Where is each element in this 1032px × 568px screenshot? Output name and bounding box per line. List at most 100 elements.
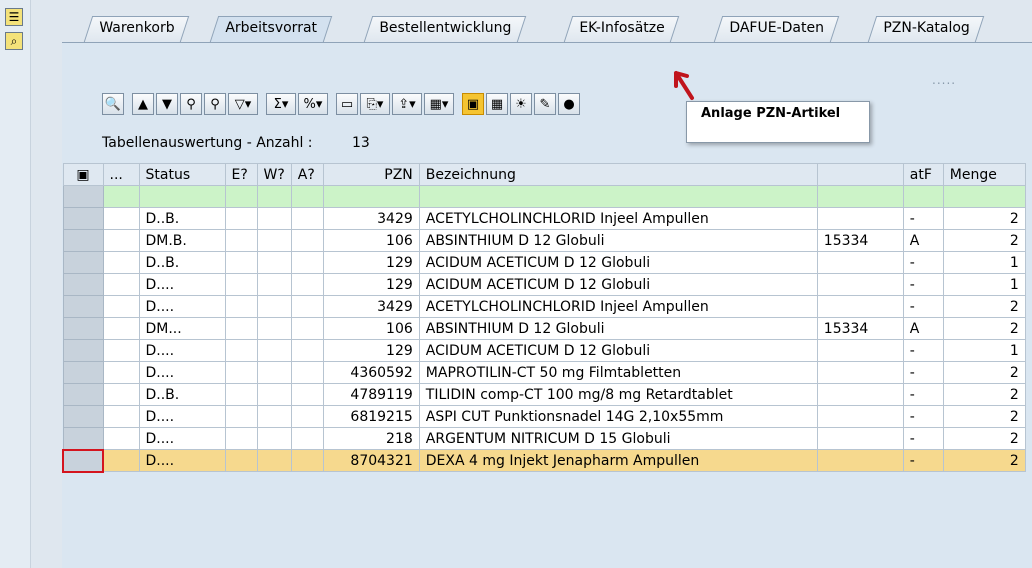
navigation-toggle-icon[interactable]: ☰ [5,8,23,26]
layout-icon[interactable]: ▦▾ [424,93,454,115]
cell-atf[interactable]: - [902,383,944,406]
cell-dots[interactable] [102,449,140,472]
cell-menge[interactable]: 2 [942,361,1026,384]
tab-warenkorb[interactable]: Warenkorb [83,16,190,42]
tab-pzn-katalog[interactable]: PZN-Katalog [867,16,985,42]
cell-dots[interactable] [102,251,140,274]
cell-atf[interactable]: - [902,273,944,296]
cell-menge[interactable]: 2 [942,207,1026,230]
cell-status[interactable]: D.... [138,361,226,384]
cell-atf[interactable]: - [902,361,944,384]
sort-ascending-icon[interactable]: ▲ [132,93,154,115]
cell-col8[interactable]: 15334 [816,229,904,252]
cell-e[interactable] [224,251,258,274]
cell-e[interactable] [224,449,258,472]
cell-pzn[interactable]: 8704321 [322,449,420,472]
row-selector[interactable] [62,361,104,384]
tab-arbeitsvorrat[interactable]: Arbeitsvorrat [209,16,332,42]
cell-pzn[interactable]: 129 [322,251,420,274]
cell-col8[interactable] [816,449,904,472]
toolbar-overflow[interactable]: ..... [932,73,956,87]
cell-status[interactable]: D.... [138,427,226,450]
col-pzn[interactable]: PZN [322,163,420,186]
details-icon[interactable]: 🔍 [102,93,124,115]
cell-w[interactable] [256,339,292,362]
cell-status[interactable]: D.... [138,449,226,472]
table-row[interactable]: D.... 8704321 DEXA 4 mg Injekt Jenapharm A… [62,448,1026,473]
cell-e[interactable] [224,207,258,230]
cell-atf[interactable]: - [902,295,944,318]
print-preview-icon[interactable]: ▭ [336,93,358,115]
zoom-icon[interactable]: ⌕ [5,32,23,50]
cell-atf[interactable]: A [902,229,944,252]
cell-w[interactable] [256,427,292,450]
row-selector[interactable] [62,207,104,230]
cell-col8[interactable] [816,427,904,450]
cell-dots[interactable] [102,383,140,406]
cell-a[interactable] [290,207,324,230]
cell-atf[interactable]: - [902,251,944,274]
cell-bezeichnung[interactable]: ARGENTUM NITRICUM D 15 Globuli [418,427,818,450]
cell-col8[interactable] [816,361,904,384]
col-w[interactable]: W? [256,163,292,186]
cell-pzn[interactable]: 218 [322,427,420,450]
cell-e[interactable] [224,427,258,450]
cell-pzn[interactable]: 4789119 [322,383,420,406]
cell-dots[interactable] [102,295,140,318]
row-selector[interactable] [62,448,104,473]
cell-col8[interactable]: 15334 [816,317,904,340]
cell-menge[interactable]: 2 [942,405,1026,428]
cell-a[interactable] [290,229,324,252]
table-row[interactable]: D.... 218 ARGENTUM NITRICUM D 15 Globuli -2 [62,427,1026,450]
cell-menge[interactable]: 2 [942,317,1026,340]
cell-a[interactable] [290,383,324,406]
cell-e[interactable] [224,383,258,406]
cell-atf[interactable]: - [902,449,944,472]
row-selector[interactable] [62,383,104,406]
cell-w[interactable] [256,251,292,274]
cell-status[interactable]: DM.B. [138,229,226,252]
row-selector[interactable] [62,339,104,362]
filter-row[interactable] [62,185,1026,208]
cell-atf[interactable]: - [902,405,944,428]
table-row[interactable]: D..B. 129 ACIDUM ACETICUM D 12 Globuli -1 [62,251,1026,274]
cell-w[interactable] [256,449,292,472]
cell-col8[interactable] [816,251,904,274]
total-icon[interactable]: Σ▾ [266,93,296,115]
export-icon[interactable]: ⇪▾ [392,93,422,115]
filter-icon[interactable]: ▽▾ [228,93,258,115]
row-selector[interactable] [62,317,104,340]
cell-a[interactable] [290,317,324,340]
cell-bezeichnung[interactable]: ACETYLCHOLINCHLORID Injeel Ampullen [418,207,818,230]
cell-pzn[interactable]: 3429 [322,207,420,230]
cell-atf[interactable]: A [902,317,944,340]
cell-dots[interactable] [102,317,140,340]
col-dots[interactable]: ... [102,163,140,186]
find-next-icon[interactable]: ⚲ [204,93,226,115]
subtotal-icon[interactable]: %▾ [298,93,328,115]
cell-e[interactable] [224,273,258,296]
cell-atf[interactable]: - [902,339,944,362]
cell-w[interactable] [256,295,292,318]
tab-bestellentwicklung[interactable]: Bestellentwicklung [363,16,527,42]
edit-icon[interactable]: ✎ [534,93,556,115]
cell-pzn[interactable]: 4360592 [322,361,420,384]
cell-menge[interactable]: 1 [942,339,1026,362]
cell-bezeichnung[interactable]: ACIDUM ACETICUM D 12 Globuli [418,273,818,296]
col-bezeichnung[interactable]: Bezeichnung [418,163,818,186]
cell-bezeichnung[interactable]: ASPI CUT Punktionsnadel 14G 2,10x55mm [418,405,818,428]
cell-menge[interactable]: 2 [942,383,1026,406]
cell-dots[interactable] [102,339,140,362]
row-selector[interactable] [62,295,104,318]
cell-a[interactable] [290,405,324,428]
col-atf[interactable]: atF [902,163,944,186]
cell-e[interactable] [224,295,258,318]
cell-w[interactable] [256,383,292,406]
save-pzn-article-icon[interactable]: ▣ [462,93,484,115]
cell-w[interactable] [256,405,292,428]
cell-atf[interactable]: - [902,207,944,230]
cell-bezeichnung[interactable]: MAPROTILIN-CT 50 mg Filmtabletten [418,361,818,384]
lightbulb-icon[interactable]: ☀ [510,93,532,115]
table-row[interactable]: D.... 3429 ACETYLCHOLINCHLORID Injeel Ampu… [62,295,1026,318]
cell-bezeichnung[interactable]: ABSINTHIUM D 12 Globuli [418,229,818,252]
